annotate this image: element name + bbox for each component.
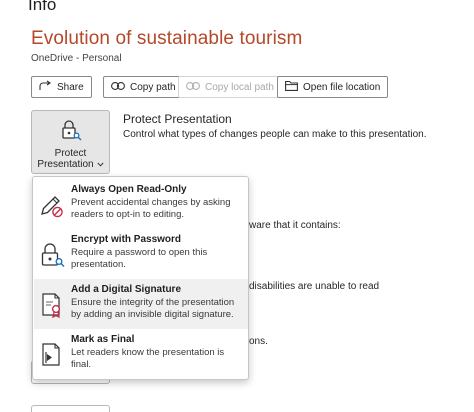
browser-view-tile[interactable] [31, 405, 110, 412]
menu-item-description: Ensure the integrity of the presentation… [71, 297, 235, 320]
protect-label-line1: Protect [54, 148, 87, 159]
share-icon [39, 80, 52, 95]
chevron-down-icon [97, 159, 104, 170]
menu-item-always-open-read-only[interactable]: Always Open Read-Only Prevent accidental… [34, 179, 248, 229]
signature-ribbon-icon [34, 279, 70, 329]
copy-path-label: Copy path [130, 81, 176, 93]
inspect-description-fragment: ware that it contains: [249, 220, 341, 231]
share-label: Share [57, 81, 84, 93]
protect-presentation-menu: Always Open Read-Only Prevent accidental… [32, 176, 249, 380]
versions-description-fragment: ons. [249, 336, 268, 347]
protect-label-line2: Presentation [37, 159, 94, 170]
menu-item-title: Always Open Read-Only [71, 184, 187, 195]
page-heading: Info [28, 0, 57, 14]
menu-item-description: Prevent accidental changes by asking rea… [71, 197, 231, 220]
menu-item-encrypt-with-password[interactable]: Encrypt with Password Require a password… [34, 229, 248, 279]
copy-local-path-button[interactable]: Copy local path [178, 76, 282, 98]
copy-local-path-label: Copy local path [205, 81, 274, 93]
lock-key-icon [60, 119, 82, 146]
copy-path-button[interactable]: Copy path [103, 76, 184, 98]
open-file-location-button[interactable]: Open file location [277, 76, 389, 98]
menu-item-title: Encrypt with Password [71, 234, 182, 245]
lock-key-icon [34, 229, 70, 279]
document-location: OneDrive - Personal [31, 53, 122, 64]
pencil-no-icon [34, 179, 70, 229]
share-button[interactable]: Share [31, 76, 92, 98]
menu-item-description: Require a password to open this presenta… [71, 247, 208, 270]
final-document-icon [34, 329, 70, 379]
accessibility-description-fragment: disabilities are unable to read [249, 281, 380, 292]
protect-section-description: Control what types of changes people can… [123, 129, 427, 140]
protect-section-title: Protect Presentation [123, 112, 232, 126]
protect-presentation-button[interactable]: Protect Presentation [31, 110, 110, 174]
menu-item-title: Add a Digital Signature [71, 284, 182, 295]
menu-item-mark-as-final[interactable]: Mark as Final Let readers know the prese… [34, 329, 248, 379]
open-file-location-label: Open file location [303, 81, 381, 93]
menu-item-add-digital-signature[interactable]: Add a Digital Signature Ensure the integ… [34, 279, 248, 329]
document-title: Evolution of sustainable tourism [31, 28, 303, 49]
menu-item-title: Mark as Final [71, 334, 135, 345]
link-icon [111, 81, 125, 94]
menu-item-description: Let readers know the presentation is fin… [71, 347, 225, 370]
link-icon [186, 81, 200, 94]
folder-icon [285, 80, 298, 94]
